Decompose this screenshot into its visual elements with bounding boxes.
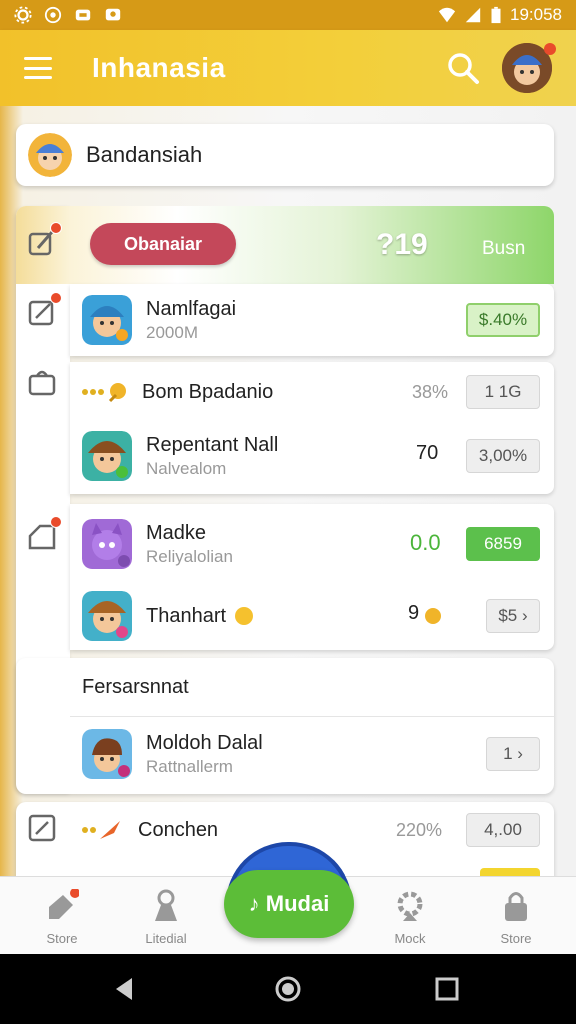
nav-label: Mock <box>394 931 426 946</box>
edit-icon[interactable] <box>26 812 58 844</box>
item-name: Bom Bpadanio <box>142 380 274 403</box>
nav-item-store-2[interactable]: Store <box>476 889 556 946</box>
item-subtitle: Rattnallerm <box>146 756 233 776</box>
battery-icon <box>491 6 501 24</box>
item-subtitle: Reliyalolian <box>146 546 233 566</box>
section-header: Fersarsnnat <box>82 676 189 698</box>
item-name: Conchen <box>138 818 219 841</box>
gear-icon <box>397 891 423 921</box>
value-button[interactable]: 1 › <box>486 737 540 771</box>
status-bar: 19:058 <box>0 0 576 30</box>
promo-banner[interactable]: Obanaiar ?19 Busn <box>16 206 554 284</box>
notification-dot <box>544 43 556 55</box>
app-title: Inhanasia <box>92 52 226 83</box>
emoji-icon <box>235 607 254 625</box>
app-bar: Inhanasia <box>0 30 576 106</box>
wifi-icon <box>438 7 456 23</box>
item-percent: 220% <box>396 819 443 840</box>
game-icon <box>82 519 132 569</box>
list-card-3: Madke Reliyalolian 0.0 6859 Thanhart 9 $… <box>70 504 554 650</box>
list-item[interactable]: Namlfagai 2000M $.40% <box>82 294 540 346</box>
price-button[interactable]: $.40% <box>466 303 540 337</box>
list-card-1: Namlfagai 2000M $.40% <box>70 284 554 356</box>
compose-icon[interactable] <box>26 292 62 328</box>
value-button[interactable]: 6859 <box>466 527 540 561</box>
play-circle-icon <box>44 6 62 24</box>
bag-icon[interactable] <box>26 366 58 398</box>
item-name: Madke <box>146 521 207 544</box>
banner-label: Busn <box>482 238 526 259</box>
divider <box>70 716 554 717</box>
nav-item-store[interactable]: Store <box>22 888 102 946</box>
nav-label: Store <box>500 931 532 946</box>
item-name: Repentant Nall <box>146 433 279 456</box>
value-button[interactable]: 1 1G <box>466 375 540 409</box>
edit-icon[interactable] <box>26 222 62 258</box>
game-icon <box>82 295 132 345</box>
item-subtitle: 2000M <box>146 322 198 342</box>
user-avatar <box>28 133 72 177</box>
value-button[interactable]: $5 › <box>486 599 540 633</box>
promo-pill[interactable]: Obanaiar <box>90 223 236 265</box>
nav-label: Litedial <box>145 931 187 946</box>
message-icon <box>105 8 121 21</box>
game-icon <box>82 729 132 779</box>
list-item[interactable]: Thanhart 9 $5 › <box>82 588 540 644</box>
system-nav-bar <box>0 954 576 1024</box>
profile-avatar[interactable] <box>502 43 556 93</box>
video-icon <box>75 9 91 21</box>
item-name: Thanhart <box>146 604 227 627</box>
item-name: Namlfagai <box>146 297 237 320</box>
list-item[interactable]: Moldoh Dalal Rattnallerm 1 › <box>82 726 540 782</box>
game-icon <box>82 591 132 641</box>
item-value: 0.0 <box>410 530 441 555</box>
item-value: 9 <box>408 602 420 624</box>
music-fab-button[interactable]: ♪ Mudai <box>224 870 354 938</box>
item-value: 70 <box>416 442 439 464</box>
list-card-4: Fersarsnnat Moldoh Dalal Rattnallerm 1 › <box>16 658 554 794</box>
person-icon <box>155 889 177 921</box>
game-icon <box>82 431 132 481</box>
item-name: Moldoh Dalal <box>146 731 263 754</box>
back-icon[interactable] <box>112 976 138 1002</box>
item-subtitle: Nalvealom <box>146 458 227 478</box>
list-card-2: Bom Bpadanio 38% 1 1G Repentant Nall Nal… <box>70 362 554 494</box>
coin-icon <box>425 608 441 624</box>
home-icon[interactable] <box>275 976 301 1002</box>
item-percent: 38% <box>412 381 449 402</box>
user-name: Bandansiah <box>86 142 203 167</box>
settings-icon <box>14 6 32 24</box>
list-item[interactable]: Madke Reliyalolian 0.0 6859 <box>82 516 540 572</box>
nav-item-litedial[interactable]: Litedial <box>126 889 206 946</box>
value-button[interactable]: 3,00% <box>466 439 540 473</box>
content-area: Bandansiah Obanaiar ?19 Busn Namlfagai 2… <box>0 106 576 892</box>
tag-icon[interactable] <box>26 516 62 552</box>
coin-icon <box>82 381 128 403</box>
lock-icon <box>505 892 527 921</box>
nav-item-mock[interactable]: Mock <box>370 889 450 946</box>
fab-container: ♪ Mudai <box>222 842 356 942</box>
main-list: Obanaiar ?19 Busn Namlfagai 2000M $.40% … <box>16 206 554 794</box>
list-item[interactable]: Repentant Nall Nalvealom 70 3,00% <box>82 428 540 484</box>
signal-icon <box>465 7 481 23</box>
list-item[interactable]: Bom Bpadanio 38% 1 1G <box>82 372 540 412</box>
nav-label: Store <box>46 931 78 946</box>
rocket-icon <box>82 819 124 841</box>
recents-icon[interactable] <box>434 976 460 1002</box>
status-time: 19:058 <box>510 5 562 24</box>
tag-icon <box>49 888 80 919</box>
banner-value: ?19 <box>376 228 428 261</box>
menu-icon[interactable] <box>24 57 52 79</box>
search-icon[interactable] <box>446 51 480 85</box>
user-card[interactable]: Bandansiah <box>16 124 554 186</box>
value-button[interactable]: 4,.00 <box>466 813 540 847</box>
